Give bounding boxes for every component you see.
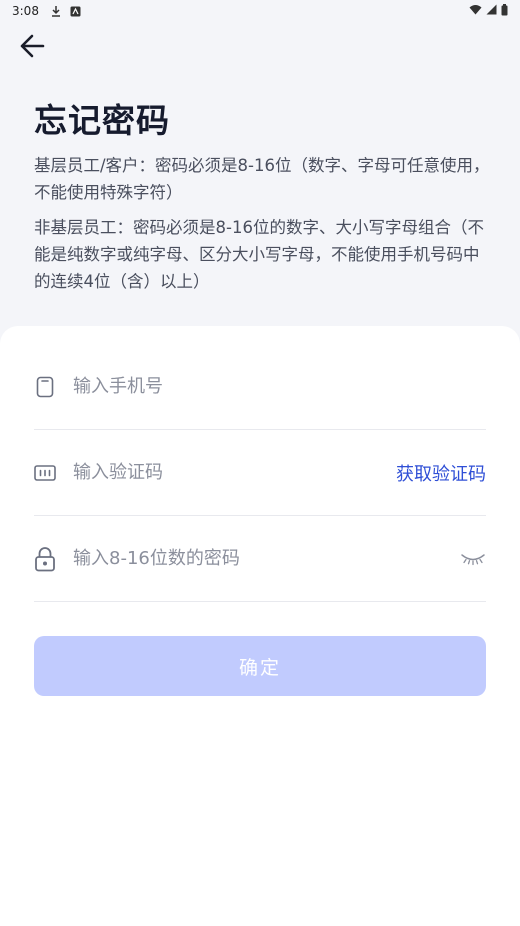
password-field — [34, 516, 486, 602]
eye-closed-icon[interactable] — [460, 549, 486, 569]
password-input[interactable] — [73, 538, 460, 579]
phone-input[interactable] — [73, 366, 486, 407]
status-time: 3:08 — [12, 4, 39, 18]
verification-code-icon — [34, 462, 56, 484]
confirm-button[interactable]: 确定 — [34, 636, 486, 696]
lock-icon — [34, 546, 56, 571]
notification-icon — [69, 4, 83, 18]
status-bar: 3:08 — [0, 0, 520, 22]
get-code-button[interactable]: 获取验证码 — [396, 460, 486, 486]
password-rule-basic: 基层员工/客户：密码必须是8-16位（数字、字母可任意使用，不能使用特殊字符） — [34, 156, 490, 202]
password-rule-advanced: 非基层员工：密码必须是8-16位的数字、大小写字母组合（不能是纯数字或纯字母、区… — [34, 218, 484, 291]
arrow-left-icon — [18, 32, 46, 64]
signal-icon — [486, 4, 497, 18]
phone-field — [34, 344, 486, 430]
status-right-icons — [469, 3, 508, 19]
battery-icon — [501, 3, 508, 19]
verification-code-field: 获取验证码 — [34, 430, 486, 516]
back-button[interactable] — [14, 30, 50, 66]
phone-icon — [34, 376, 56, 398]
wifi-icon — [469, 4, 482, 18]
page-title: 忘记密码 — [34, 101, 170, 140]
download-icon — [49, 4, 63, 18]
verification-code-input[interactable] — [73, 452, 396, 493]
